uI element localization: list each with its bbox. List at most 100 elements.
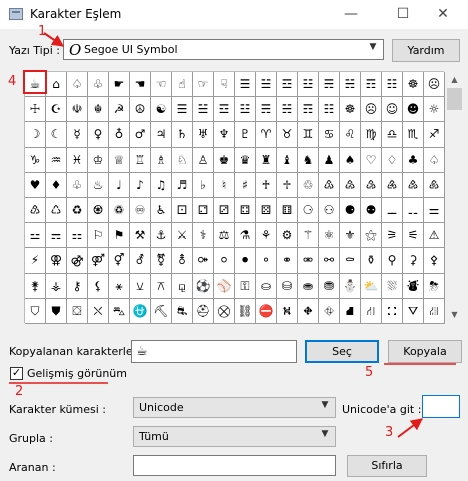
grid-char-cell[interactable]: ⛉ — [25, 298, 46, 324]
grid-char-cell[interactable]: ♧ — [88, 72, 109, 98]
grid-char-cell[interactable]: ⚼ — [172, 273, 193, 299]
grid-char-cell[interactable]: ⚅ — [277, 198, 298, 224]
grid-char-cell[interactable]: ♋ — [319, 122, 340, 148]
grid-char-cell[interactable]: ♴ — [340, 172, 361, 198]
grid-char-cell[interactable]: ♩ — [109, 172, 130, 198]
grid-char-cell[interactable]: ⚕ — [193, 223, 214, 249]
grid-char-cell[interactable]: ☜ — [151, 72, 172, 98]
grid-char-cell[interactable]: ♡ — [361, 147, 382, 173]
grid-char-cell[interactable]: ♙ — [193, 147, 214, 173]
grid-char-cell[interactable]: ⚩ — [193, 248, 214, 274]
grid-char-cell[interactable]: ⚫ — [235, 248, 256, 274]
grid-char-cell[interactable]: ⛀ — [256, 273, 277, 299]
grid-char-cell[interactable]: ⚘ — [256, 223, 277, 249]
grid-char-cell[interactable]: ☬ — [88, 97, 109, 123]
grid-char-cell[interactable]: ⚄ — [256, 198, 277, 224]
grid-char-cell[interactable]: ☩ — [25, 97, 46, 123]
grid-char-cell[interactable]: ♎ — [382, 122, 403, 148]
grid-char-cell[interactable]: ⚑ — [109, 223, 130, 249]
grid-char-cell[interactable]: ☻ — [403, 97, 424, 123]
grid-char-cell[interactable]: ♚ — [214, 147, 235, 173]
copy-button[interactable]: Kopyala — [388, 340, 462, 363]
grid-char-cell[interactable]: ♒ — [46, 147, 67, 173]
grid-char-cell[interactable]: ♊ — [298, 122, 319, 148]
grid-char-cell[interactable]: ⛘ — [340, 298, 361, 324]
grid-char-cell[interactable]: ⚬ — [256, 248, 277, 274]
grid-char-cell[interactable]: ⚃ — [235, 198, 256, 224]
grid-char-cell[interactable]: ⚤ — [88, 248, 109, 274]
grid-char-cell[interactable]: ☹ — [424, 72, 445, 98]
grid-char-cell[interactable]: ♓ — [67, 147, 88, 173]
grid-char-cell[interactable]: ♔ — [88, 147, 109, 173]
grid-char-cell[interactable]: ♹ — [25, 198, 46, 224]
grid-char-cell[interactable]: ⚉ — [361, 198, 382, 224]
grid-char-cell[interactable]: ⚶ — [46, 273, 67, 299]
grid-char-cell[interactable]: ⚷ — [67, 273, 88, 299]
grid-char-cell[interactable]: ⚨ — [172, 248, 193, 274]
grid-char-cell[interactable]: ♷ — [403, 172, 424, 198]
grid-char-cell[interactable]: ⚮ — [298, 248, 319, 274]
grid-char-cell[interactable]: ⚀ — [172, 198, 193, 224]
grid-char-cell[interactable]: ♗ — [151, 147, 172, 173]
grid-char-cell[interactable]: ♠ — [340, 147, 361, 173]
grid-char-cell[interactable]: ⚻ — [151, 273, 172, 299]
grid-char-cell[interactable]: ⚾ — [214, 273, 235, 299]
grid-char-cell[interactable]: ☴ — [319, 72, 340, 98]
grid-char-cell[interactable]: ♕ — [109, 147, 130, 173]
close-button[interactable]: ✕ — [420, 2, 466, 28]
grid-char-cell[interactable]: ♺ — [46, 198, 67, 224]
grid-char-cell[interactable]: ⚧ — [151, 248, 172, 274]
grid-char-cell[interactable]: ⚭ — [277, 248, 298, 274]
grid-char-cell[interactable]: ☱ — [256, 72, 277, 98]
grid-char-cell[interactable]: ♵ — [361, 172, 382, 198]
grid-char-cell[interactable]: ⛍ — [109, 298, 130, 324]
grid-char-cell[interactable]: ⚚ — [298, 223, 319, 249]
grid-char-cell[interactable]: ☪ — [46, 97, 67, 123]
grid-char-cell[interactable]: ♢ — [382, 147, 403, 173]
grid-char-cell[interactable]: ⛄ — [340, 273, 361, 299]
grid-char-cell[interactable]: ♽ — [109, 198, 130, 224]
grid-char-cell[interactable]: ⚇ — [319, 198, 340, 224]
grid-char-cell[interactable]: ⚢ — [46, 248, 67, 274]
grid-char-cell[interactable]: ⚖ — [214, 223, 235, 249]
grid-char-cell[interactable]: ♂ — [130, 122, 151, 148]
grid-char-cell[interactable]: ⛒ — [214, 298, 235, 324]
grid-char-cell[interactable]: ☶ — [298, 97, 319, 123]
grid-char-cell[interactable]: ⛎ — [130, 298, 151, 324]
grid-char-cell[interactable]: ☴ — [256, 97, 277, 123]
grid-char-cell[interactable]: ♍ — [361, 122, 382, 148]
grid-char-cell[interactable]: ♰ — [256, 172, 277, 198]
grid-char-cell[interactable]: ☱ — [193, 97, 214, 123]
grid-char-cell[interactable]: ⚒ — [130, 223, 151, 249]
grid-char-cell[interactable]: ☿ — [67, 122, 88, 148]
group-select[interactable]: Tümü ▼ — [133, 426, 336, 447]
grid-char-cell[interactable]: ♆ — [214, 122, 235, 148]
grid-char-cell[interactable]: ☭ — [109, 97, 130, 123]
grid-char-cell[interactable]: ⛗ — [319, 298, 340, 324]
grid-char-cell[interactable]: ⚴ — [424, 248, 445, 274]
grid-char-cell[interactable]: ♃ — [151, 122, 172, 148]
grid-char-cell[interactable]: ⚂ — [214, 198, 235, 224]
grid-char-cell[interactable]: ⚈ — [340, 198, 361, 224]
grid-char-cell[interactable]: ⛊ — [46, 298, 67, 324]
advanced-view-checkbox[interactable]: ✓ — [10, 367, 23, 380]
grid-char-cell[interactable]: ⛌ — [88, 298, 109, 324]
grid-char-cell[interactable]: ⛃ — [319, 273, 340, 299]
grid-char-cell[interactable]: ☰ — [172, 97, 193, 123]
grid-char-cell[interactable]: ☝ — [172, 72, 193, 98]
grid-char-cell[interactable]: ♏ — [403, 122, 424, 148]
grid-char-cell[interactable]: ⚿ — [235, 273, 256, 299]
grid-char-cell[interactable]: ☸ — [403, 72, 424, 98]
grid-char-cell[interactable]: ⛓ — [235, 298, 256, 324]
grid-char-cell[interactable]: ♨ — [88, 172, 109, 198]
grid-char-cell[interactable]: ☾ — [46, 122, 67, 148]
grid-char-cell[interactable]: ☯ — [151, 97, 172, 123]
scroll-down-arrow-icon[interactable]: ▼ — [446, 306, 463, 323]
grid-char-cell[interactable]: ⌂ — [46, 72, 67, 98]
reset-button[interactable]: Sıfırla — [347, 455, 427, 477]
grid-char-cell[interactable]: ♞ — [298, 147, 319, 173]
select-button[interactable]: Seç — [305, 340, 379, 363]
grid-char-cell[interactable]: ⚝ — [361, 223, 382, 249]
grid-char-cell[interactable]: ♌ — [340, 122, 361, 148]
grid-char-cell[interactable]: ☺ — [382, 97, 403, 123]
